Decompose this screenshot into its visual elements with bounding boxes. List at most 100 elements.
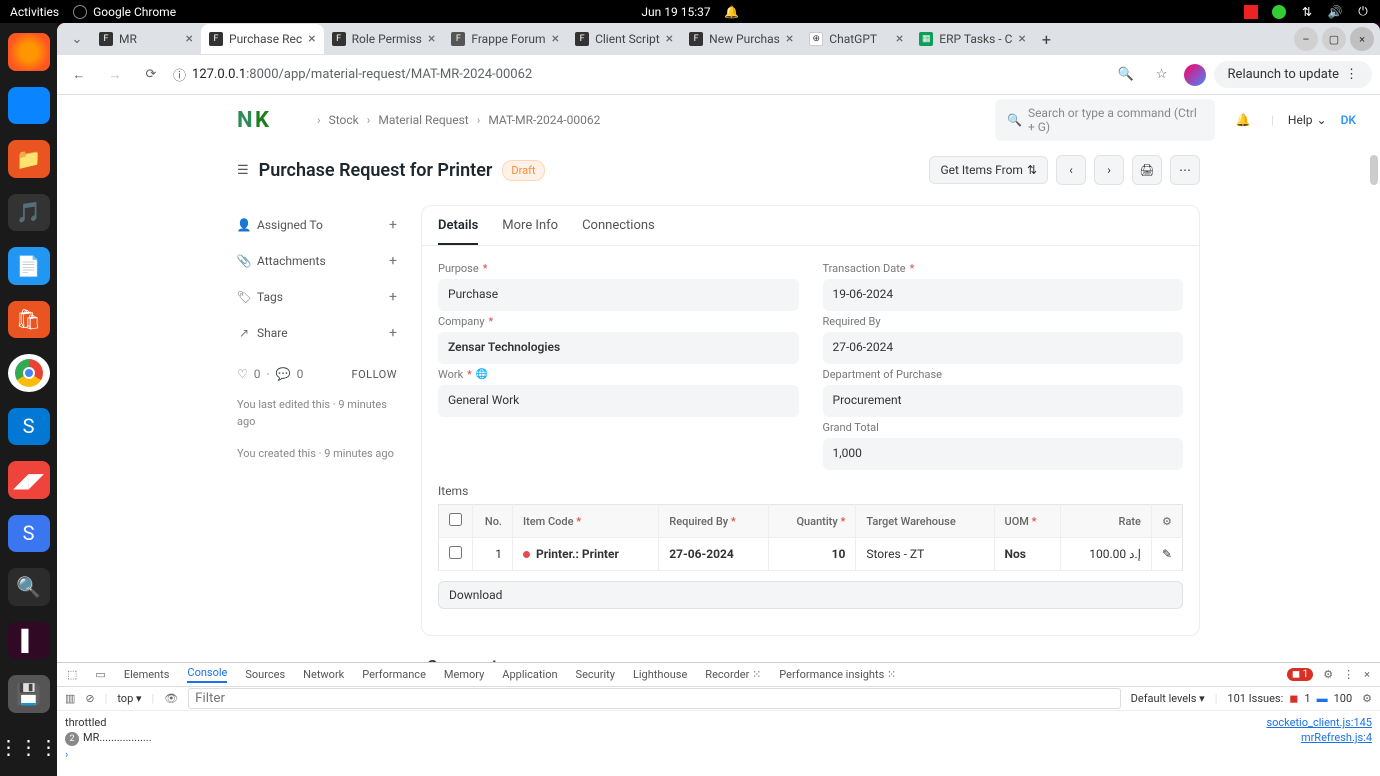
comment-icon[interactable]: 💬 [276,367,291,381]
download-button[interactable]: Download [438,581,1183,609]
heart-icon[interactable]: ♡ [237,367,248,381]
dt-tab-sources[interactable]: Sources [245,668,285,681]
power-icon[interactable]: ⏻ [1356,5,1370,19]
share-section[interactable]: ↗Share+ [237,315,397,351]
console-sidebar-icon[interactable]: ▥ [65,692,75,705]
cell-itemcode[interactable]: Printer.: Printer [513,538,659,571]
kebab-icon[interactable]: ⋮ [1343,668,1354,681]
bell-icon[interactable]: 🔔 [725,5,739,19]
follow-button[interactable]: FOLLOW [352,368,397,381]
reload-button[interactable]: ⟳ [137,61,165,89]
device-toggle-icon[interactable]: ▭ [95,668,105,681]
transaction-date-field[interactable]: 19-06-2024 [823,279,1184,311]
close-icon[interactable]: × [1018,31,1025,47]
menu-button[interactable]: ⋯ [1170,155,1200,185]
dock-skype-icon[interactable]: S [8,408,50,446]
close-icon[interactable]: × [896,31,903,47]
console-filter-input[interactable] [188,688,1120,709]
prev-doc-button[interactable]: ‹ [1056,155,1086,185]
get-items-from-button[interactable]: Get Items From⇅ [929,156,1048,184]
back-button[interactable]: ← [65,61,93,89]
tab-client-script[interactable]: FClient Script× [567,24,681,54]
row-edit-button[interactable]: ✎ [1151,538,1182,571]
tray-status-icon[interactable] [1272,5,1286,19]
dock-signal-icon[interactable]: S [8,515,50,553]
scrollbar[interactable] [1370,155,1378,185]
close-icon[interactable]: × [786,31,793,47]
breadcrumb-stock[interactable]: Stock [329,113,359,127]
cell-qty[interactable]: 10 [768,538,856,571]
dt-tab-lighthouse[interactable]: Lighthouse [633,668,687,681]
help-menu[interactable]: Help⌄ [1288,113,1327,127]
profile-icon[interactable] [1184,64,1206,86]
tablist-dropdown-icon[interactable]: ⌄ [63,25,91,53]
dock-writer-icon[interactable]: 📄 [8,247,50,285]
dt-tab-performance[interactable]: Performance [362,668,426,681]
eye-icon[interactable]: 👁 [164,692,178,705]
close-icon[interactable]: × [428,31,435,47]
console-settings-icon[interactable]: ⚙ [1362,692,1372,705]
cell-required-by[interactable]: 27-06-2024 [659,538,769,571]
tab-mr[interactable]: FMR× [91,24,201,54]
cell-uom[interactable]: Nos [994,538,1060,571]
dt-tab-recorder[interactable]: Recorder ⁙ [705,668,761,681]
print-button[interactable]: 🖨 [1132,155,1162,185]
issues-counter[interactable]: 101 Issues: ◼1 ▬100 [1227,692,1352,705]
assigned-to-section[interactable]: 👤Assigned To+ [237,207,397,243]
dt-tab-network[interactable]: Network [303,668,344,681]
dt-tab-memory[interactable]: Memory [444,668,484,681]
new-tab-button[interactable]: + [1034,26,1059,53]
activities[interactable]: Activities [10,5,59,19]
gear-icon[interactable]: ⚙ [1323,668,1333,681]
add-share-button[interactable]: + [389,325,397,341]
breadcrumb-material-request[interactable]: Material Request [378,113,468,127]
work-field[interactable]: General Work [438,385,799,417]
dt-tab-security[interactable]: Security [576,668,615,681]
add-assignee-button[interactable]: + [389,217,397,233]
search-input[interactable]: 🔍Search or type a command (Ctrl + G) [995,99,1215,141]
dock-thunderbird-icon[interactable] [8,87,50,125]
dt-tab-perf-insights[interactable]: Performance insights ⁙ [779,668,896,681]
required-by-field[interactable]: 27-06-2024 [823,332,1184,364]
cell-rate[interactable]: 100.00 إ.د [1060,538,1151,571]
user-avatar[interactable]: DK [1341,113,1356,127]
close-icon[interactable]: × [308,31,315,47]
attachments-section[interactable]: 📎Attachments+ [237,243,397,279]
dock-apps-icon[interactable]: ⋮⋮⋮ [8,729,50,767]
dt-tab-elements[interactable]: Elements [124,668,170,681]
dock-software-icon[interactable]: 🛍 [8,301,50,339]
sidebar-toggle-icon[interactable]: ☰ [237,163,249,178]
dt-tab-application[interactable]: Application [502,668,557,681]
clear-console-icon[interactable]: ⊘ [85,692,94,705]
network-icon[interactable]: ⇅ [1300,5,1314,19]
tags-section[interactable]: 🏷Tags+ [237,279,397,315]
department-field[interactable]: Procurement [823,385,1184,417]
dt-tab-console[interactable]: Console [187,666,227,683]
dock-device-icon[interactable]: 💾 [8,675,50,713]
tab-erp-tasks[interactable]: ▦ERP Tasks - C× [911,24,1034,54]
col-settings[interactable]: ⚙ [1151,505,1182,538]
dock-files-icon[interactable]: 📁 [8,140,50,178]
site-info-icon[interactable]: ⓘ [173,65,186,84]
log-levels-selector[interactable]: Default levels ▾ [1131,692,1205,705]
error-count-badge[interactable]: ◼ 1 [1287,668,1313,681]
tab-more-info[interactable]: More Info [502,218,558,245]
add-tag-button[interactable]: + [389,289,397,305]
next-doc-button[interactable]: › [1094,155,1124,185]
minimize-button[interactable]: – [1294,27,1318,51]
tab-frappe-forum[interactable]: FFrappe Forum× [443,24,567,54]
add-attachment-button[interactable]: + [389,253,397,269]
close-window-button[interactable]: × [1350,27,1374,51]
tab-connections[interactable]: Connections [582,218,655,245]
tab-purchase-rec[interactable]: FPurchase Rec× [201,24,324,54]
tab-details[interactable]: Details [438,218,478,245]
maximize-button[interactable]: ▢ [1322,27,1346,51]
company-field[interactable]: Zensar Technologies [438,332,799,364]
tray-anydesk-icon[interactable] [1244,5,1258,19]
brand-logo[interactable]: NK [237,99,287,147]
dock-terminal-icon[interactable]: ▌ [8,622,50,660]
dock-anydesk-icon[interactable]: ◢◤ [8,461,50,499]
tab-new-purchas[interactable]: FNew Purchas× [681,24,801,54]
console-prompt[interactable]: › [65,748,68,761]
bookmark-icon[interactable]: ☆ [1148,61,1176,89]
